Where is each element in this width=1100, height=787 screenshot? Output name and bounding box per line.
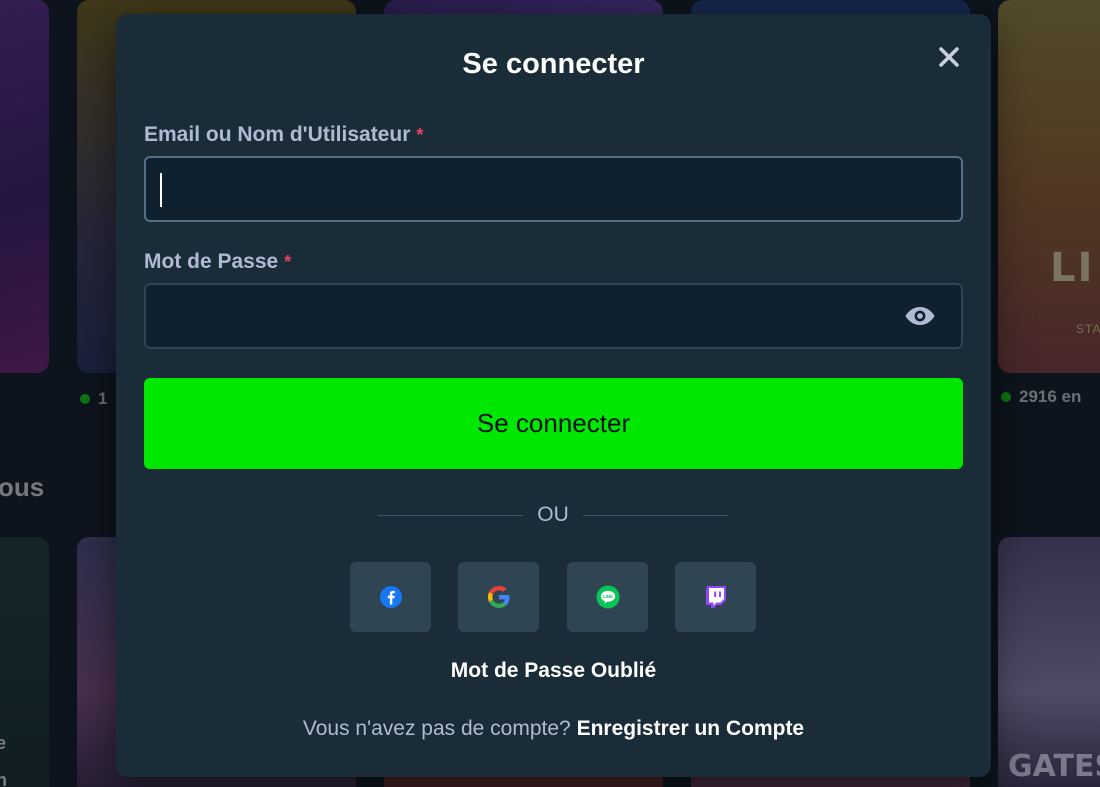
login-submit-button[interactable]: Se connecter	[144, 378, 963, 469]
password-field[interactable]	[144, 283, 963, 349]
line-icon: LINE	[596, 585, 619, 609]
eye-icon	[905, 307, 935, 325]
login-modal: Se connecter Email ou Nom d'Utilisateur *…	[116, 14, 991, 777]
text-caret	[160, 173, 162, 207]
email-label: Email ou Nom d'Utilisateur *	[144, 123, 423, 147]
email-field[interactable]	[144, 156, 963, 222]
divider-line	[582, 514, 728, 516]
register-prompt: Vous n'avez pas de compte? Enregistrer u…	[116, 717, 991, 741]
divider-text: OU	[537, 503, 569, 526]
forgot-password-link[interactable]: Mot de Passe Oublié	[116, 659, 991, 683]
or-divider: OU	[378, 501, 728, 529]
register-link[interactable]: Enregistrer un Compte	[577, 717, 805, 740]
required-mark: *	[416, 125, 424, 145]
divider-line	[378, 514, 524, 516]
twitch-login-button[interactable]	[675, 562, 756, 632]
register-prompt-text: Vous n'avez pas de compte?	[302, 717, 571, 740]
close-button[interactable]	[932, 40, 966, 74]
password-label-text: Mot de Passe	[144, 250, 279, 273]
show-password-toggle[interactable]	[903, 303, 937, 329]
google-login-button[interactable]	[458, 562, 539, 632]
close-icon	[939, 47, 959, 67]
twitch-icon	[705, 586, 726, 608]
email-label-text: Email ou Nom d'Utilisateur	[144, 123, 411, 146]
password-label: Mot de Passe *	[144, 250, 291, 274]
facebook-login-button[interactable]	[350, 562, 431, 632]
facebook-icon	[379, 586, 402, 608]
google-icon	[487, 586, 509, 608]
line-login-button[interactable]: LINE	[567, 562, 648, 632]
svg-text:LINE: LINE	[603, 594, 613, 599]
modal-title: Se connecter	[462, 48, 645, 80]
required-mark: *	[284, 252, 292, 272]
